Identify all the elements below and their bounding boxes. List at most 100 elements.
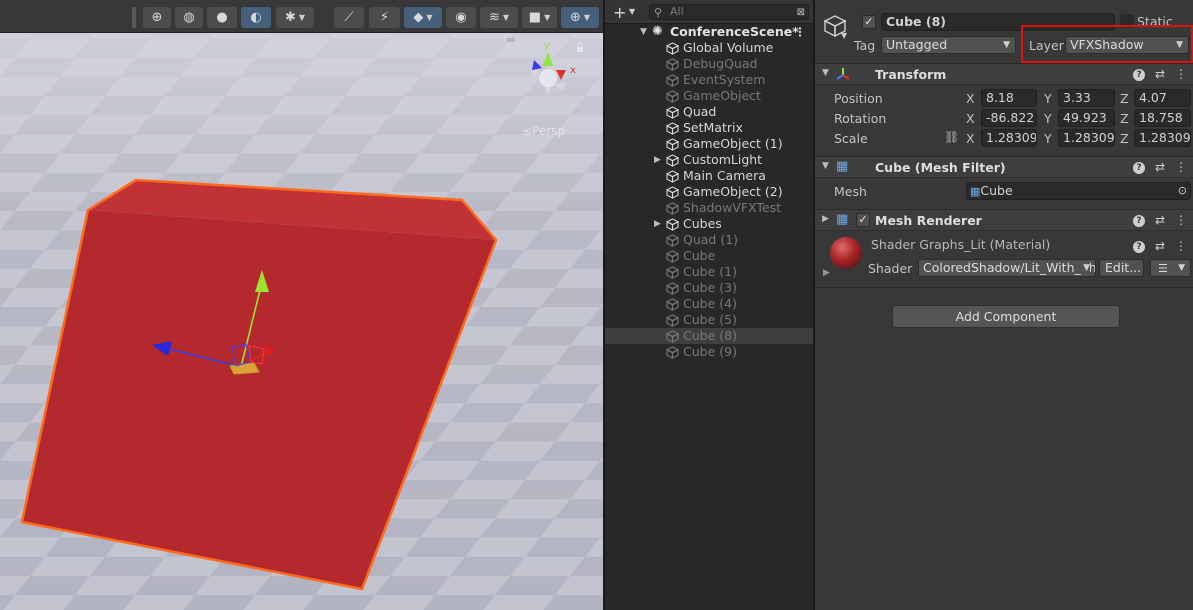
- component-menu-kebab-icon[interactable]: ⋮: [1175, 67, 1187, 81]
- add-component-button[interactable]: Add Component: [892, 305, 1120, 328]
- lighting-toggle-icon[interactable]: ⚡: [369, 7, 400, 28]
- hierarchy-item[interactable]: Cube (1): [605, 264, 813, 280]
- hierarchy-item[interactable]: Cube: [605, 248, 813, 264]
- add-object-plus-icon[interactable]: +: [613, 3, 626, 22]
- hierarchy-item-label: EventSystem: [683, 72, 766, 87]
- search-filter-icon[interactable]: ⊠: [797, 6, 805, 20]
- wireframe-globe-icon[interactable]: ⊕: [143, 7, 171, 28]
- help-icon[interactable]: ?: [1132, 215, 1145, 227]
- help-icon[interactable]: ?: [1132, 69, 1145, 81]
- position-y-field[interactable]: 3.33: [1058, 89, 1115, 107]
- constrain-proportions-link-icon[interactable]: ⛓: [944, 130, 959, 144]
- fold-expanded-icon[interactable]: ▼: [822, 161, 829, 171]
- axis-x-label[interactable]: X: [966, 131, 975, 146]
- hierarchy-item[interactable]: EventSystem: [605, 72, 813, 88]
- edit-shader-button[interactable]: Edit...: [1099, 259, 1144, 277]
- presets-sliders-icon[interactable]: ⇄: [1155, 160, 1165, 174]
- mesh-filter-header[interactable]: ▼ ▦ Cube (Mesh Filter) ? ⇄ ⋮: [815, 156, 1193, 178]
- shaded-globe-icon[interactable]: ◍: [175, 7, 203, 28]
- rotation-y-field[interactable]: 49.923: [1058, 109, 1115, 127]
- help-icon[interactable]: ?: [1132, 162, 1145, 174]
- layers-icon[interactable]: ◆ ▼: [404, 7, 442, 28]
- hierarchy-item[interactable]: Main Camera: [605, 168, 813, 184]
- axis-z-label[interactable]: Z: [1120, 131, 1129, 146]
- debug-bug-icon[interactable]: ✱ ▼: [276, 7, 314, 28]
- tag-dropdown[interactable]: Untagged ▼: [881, 36, 1016, 54]
- fx-toggle-icon[interactable]: ⟋: [334, 7, 364, 28]
- gizmos-globe-icon[interactable]: ⊕ ▼: [561, 7, 599, 28]
- hierarchy-item[interactable]: Quad: [605, 104, 813, 120]
- axis-x-label[interactable]: X: [966, 111, 975, 126]
- axis-x-label[interactable]: X: [966, 91, 975, 106]
- object-picker-target-icon[interactable]: ⊙: [1178, 183, 1187, 199]
- transform-header[interactable]: ▼ Transform ? ⇄ ⋮: [815, 63, 1193, 85]
- material-preview-sphere[interactable]: [830, 237, 862, 269]
- hierarchy-item-label: Quad (1): [683, 232, 739, 247]
- help-icon[interactable]: ?: [1132, 241, 1145, 253]
- hierarchy-item[interactable]: ShadowVFXTest: [605, 200, 813, 216]
- axis-y-label[interactable]: Y: [1044, 91, 1052, 106]
- visibility-eye-icon[interactable]: ◉: [446, 7, 476, 28]
- object-active-checkbox[interactable]: ✓: [862, 15, 876, 29]
- component-menu-kebab-icon[interactable]: ⋮: [1175, 213, 1187, 227]
- gameobject-cube-icon: [666, 250, 679, 263]
- presets-sliders-icon[interactable]: ⇄: [1155, 239, 1165, 253]
- hierarchy-item[interactable]: Cube (5): [605, 312, 813, 328]
- hierarchy-item[interactable]: ▶ CustomLight: [605, 152, 813, 168]
- axis-z-label[interactable]: Z: [1120, 111, 1129, 126]
- rotation-z-field[interactable]: 18.758: [1134, 109, 1191, 127]
- hierarchy-item[interactable]: Quad (1): [605, 232, 813, 248]
- hierarchy-item[interactable]: GameObject: [605, 88, 813, 104]
- hierarchy-item[interactable]: Cube (3): [605, 280, 813, 296]
- shader-dropdown[interactable]: ColoredShadow/Lit_With_Sh ▼: [918, 259, 1096, 277]
- hierarchy-item[interactable]: SetMatrix: [605, 120, 813, 136]
- fold-collapsed-icon[interactable]: ▶: [654, 152, 664, 168]
- hierarchy-item[interactable]: GameObject (2): [605, 184, 813, 200]
- scene-viewport[interactable]: y x: [0, 0, 603, 610]
- presets-sliders-icon[interactable]: ⇄: [1155, 67, 1165, 81]
- hierarchy-scene-row[interactable]: ▼ ✺ ConferenceScene* ⋮: [605, 24, 813, 40]
- position-x-field[interactable]: 8.18: [981, 89, 1037, 107]
- projection-label[interactable]: ≤Persp: [522, 124, 565, 138]
- material-options-dropdown[interactable]: ☰ ▼: [1150, 259, 1191, 277]
- gameobject-cube-icon: [666, 266, 679, 279]
- component-menu-kebab-icon[interactable]: ⋮: [1175, 239, 1187, 253]
- hierarchy-item[interactable]: Cube (8): [605, 328, 813, 344]
- component-menu-kebab-icon[interactable]: ⋮: [1175, 160, 1187, 174]
- fold-collapsed-icon[interactable]: ▶: [823, 268, 830, 278]
- mesh-renderer-enabled-checkbox[interactable]: ✓: [856, 213, 870, 227]
- icon-dropdown-caret-icon[interactable]: ▼: [841, 31, 847, 40]
- draw-mode-stack-icon[interactable]: ≋ ▼: [480, 7, 518, 28]
- hierarchy-item[interactable]: Cube (4): [605, 296, 813, 312]
- tag-value: Untagged: [886, 37, 948, 52]
- position-z-field[interactable]: 4.07: [1134, 89, 1191, 107]
- fold-collapsed-icon[interactable]: ▶: [822, 214, 829, 224]
- scale-y-field[interactable]: 1.283093: [1058, 129, 1115, 147]
- lit-sphere-icon[interactable]: ●: [207, 7, 237, 28]
- axis-z-label[interactable]: Z: [1120, 91, 1129, 106]
- gameobject-cube-icon: [666, 90, 679, 103]
- hierarchy-item[interactable]: Global Volume: [605, 40, 813, 56]
- presets-sliders-icon[interactable]: ⇄: [1155, 213, 1165, 227]
- add-object-dropdown-icon[interactable]: ▼: [629, 7, 635, 16]
- hierarchy-item[interactable]: Cube (9): [605, 344, 813, 360]
- axis-y-label[interactable]: Y: [1044, 131, 1052, 146]
- unlit-sphere-icon[interactable]: ◐: [241, 7, 271, 28]
- hierarchy-item[interactable]: GameObject (1): [605, 136, 813, 152]
- scene-camera-icon[interactable]: ■ ▼: [522, 7, 557, 28]
- fold-expanded-icon[interactable]: ▼: [822, 68, 829, 78]
- scale-z-field[interactable]: 1.283093: [1134, 129, 1191, 147]
- scale-x-field[interactable]: 1.283093: [981, 129, 1037, 147]
- mesh-renderer-header[interactable]: ▶ ▦ ✓ Mesh Renderer ? ⇄ ⋮: [815, 209, 1193, 231]
- hierarchy-item[interactable]: DebugQuad: [605, 56, 813, 72]
- fold-collapsed-icon[interactable]: ▶: [654, 216, 664, 232]
- hierarchy-search-input[interactable]: ⚲ All ⊠: [649, 4, 809, 20]
- hierarchy-item-label: ShadowVFXTest: [683, 200, 782, 215]
- scene-menu-kebab-icon[interactable]: ⋮: [794, 24, 806, 40]
- axis-y-label[interactable]: Y: [1044, 111, 1052, 126]
- rotation-x-field[interactable]: -86.822: [981, 109, 1037, 127]
- scene-view[interactable]: y x ⊕ ◍ ● ◐ ✱ ▼ ⟋ ⚡ ◆ ▼ ◉ ≋ ▼ ■ ▼ ⊕ ▼ ≤Persp: [0, 0, 603, 610]
- hierarchy-item[interactable]: ▶ Cubes: [605, 216, 813, 232]
- mesh-object-field[interactable]: ▦Cube ⊙: [966, 182, 1191, 200]
- fold-expanded-icon[interactable]: ▼: [640, 24, 650, 40]
